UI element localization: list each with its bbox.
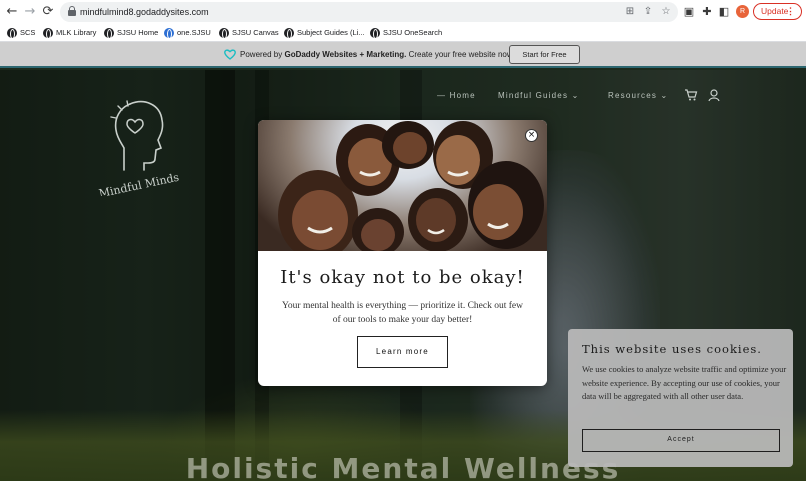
bookmark-item[interactable]: SJSU OneSearch	[370, 26, 442, 40]
bookmark-star-icon[interactable]: ☆	[658, 4, 674, 20]
globe-icon	[284, 28, 294, 39]
modal-photo: ×	[258, 120, 547, 251]
share-icon[interactable]: ⇪	[640, 4, 656, 20]
close-icon[interactable]: ×	[525, 129, 538, 142]
address-bar[interactable]: mindfulmind8.godaddysites.com ⊞ ⇪ ☆	[60, 2, 678, 22]
lock-icon	[68, 6, 76, 16]
shopping-cart-icon[interactable]	[684, 88, 698, 102]
bookmark-item[interactable]: SJSU Canvas	[219, 26, 279, 40]
back-arrow-icon[interactable]: ←	[3, 3, 21, 21]
account-icon[interactable]	[707, 88, 721, 102]
forward-arrow-icon[interactable]: →	[21, 3, 39, 21]
bookmark-item[interactable]: Subject Guides (Li...	[284, 26, 365, 40]
browser-toolbar: ← → ⟳ mindfulmind8.godaddysites.com ⊞ ⇪ …	[0, 0, 806, 24]
install-app-icon[interactable]: ⊞	[622, 4, 638, 20]
globe-icon	[104, 28, 114, 39]
nav-resources-link[interactable]: Resources ⌄	[608, 91, 668, 100]
cookie-text: We use cookies to analyze website traffi…	[582, 364, 787, 401]
bookmark-item[interactable]: SJSU Home	[104, 26, 158, 40]
cookie-title: This website uses cookies.	[582, 342, 762, 356]
kebab-menu-icon[interactable]: ⋮	[786, 4, 795, 19]
extension-icon[interactable]: ▣	[681, 4, 697, 20]
profile-avatar[interactable]: R	[736, 5, 749, 18]
puzzle-extensions-icon[interactable]: ✚	[699, 4, 715, 20]
globe-icon	[164, 28, 174, 39]
globe-icon	[7, 28, 17, 39]
reload-icon[interactable]: ⟳	[39, 3, 57, 21]
bookmark-item[interactable]: SCS	[7, 26, 35, 40]
bookmarks-bar: SCS MLK Library SJSU Home one.SJSU SJSU …	[0, 24, 806, 42]
mindful-minds-logo[interactable]: Mindful Minds	[92, 96, 187, 196]
update-label: Update	[761, 6, 789, 16]
banner-text: Powered by GoDaddy Websites + Marketing.…	[240, 50, 515, 59]
globe-icon	[219, 28, 229, 39]
globe-icon	[43, 28, 53, 39]
accept-cookies-button[interactable]: Accept	[582, 429, 780, 452]
side-panel-icon[interactable]: ◧	[716, 4, 732, 20]
start-for-free-button[interactable]: Start for Free	[509, 45, 580, 64]
logo-text: Mindful Minds	[98, 171, 181, 196]
modal-title: It's okay not to be okay!	[280, 267, 525, 288]
godaddy-banner: Powered by GoDaddy Websites + Marketing.…	[0, 42, 806, 68]
globe-icon	[370, 28, 380, 39]
url-text[interactable]: mindfulmind8.godaddysites.com	[80, 5, 209, 19]
chevron-down-icon: ⌄	[571, 91, 580, 100]
godaddy-heart-icon	[224, 49, 236, 60]
bookmark-item[interactable]: MLK Library	[43, 26, 96, 40]
nav-home-link[interactable]: — Home	[437, 91, 476, 100]
nav-mindful-guides-link[interactable]: Mindful Guides ⌄	[498, 91, 580, 100]
learn-more-button[interactable]: Learn more	[357, 336, 448, 368]
modal-body-text: Your mental health is everything — prior…	[282, 301, 523, 325]
promo-modal: × It's okay not to be okay! Your mental …	[258, 120, 547, 386]
smiling-group-illustration	[278, 121, 544, 251]
cookie-consent-panel: This website uses cookies. We use cookie…	[568, 329, 793, 467]
chevron-down-icon: ⌄	[660, 91, 669, 100]
update-button[interactable]: Update ⋮	[753, 3, 802, 20]
bookmark-item[interactable]: one.SJSU	[164, 26, 211, 40]
